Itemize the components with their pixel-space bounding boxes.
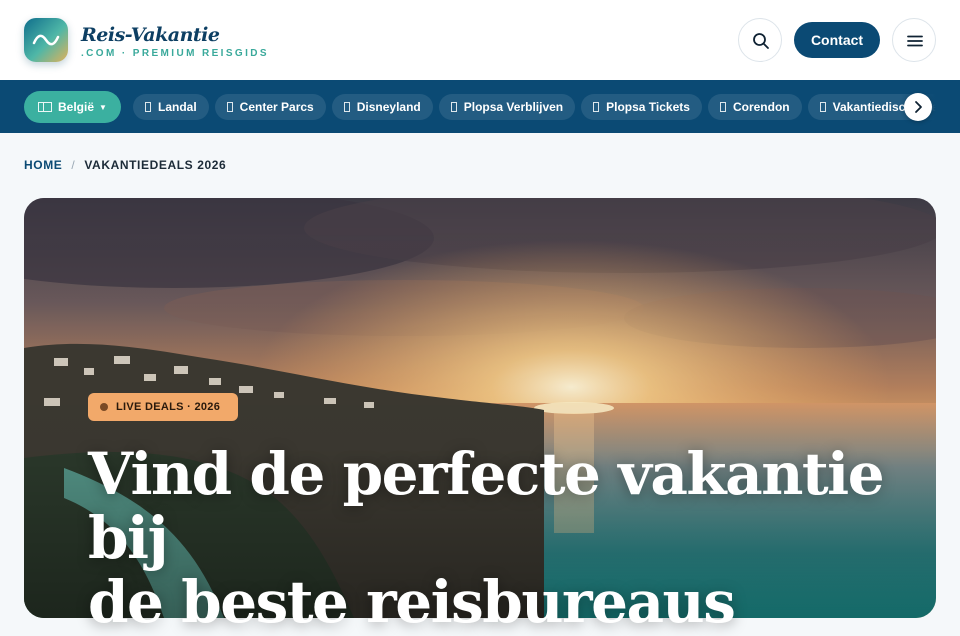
menu-button[interactable] (892, 18, 936, 62)
chevron-right-icon (915, 101, 922, 113)
breadcrumb-current: VAKANTIEDEALS 2026 (84, 158, 227, 172)
flag-icon (38, 102, 52, 112)
live-deals-badge: LIVE DEALS · 2026 (88, 393, 238, 421)
tag-icon (226, 102, 233, 112)
nav-item-label: Plopsa Verblijven (463, 100, 564, 114)
nav-pills: Landal Center Parcs Disneyland Plopsa Ve… (133, 94, 955, 120)
search-icon (753, 33, 769, 49)
nav-item-plopsa-verblijven[interactable]: Plopsa Verblijven (438, 94, 576, 120)
logo-tagline: .COM · PREMIUM REISGIDS (81, 48, 269, 59)
country-selector[interactable]: België ▼ (24, 91, 121, 123)
country-label: België (58, 100, 95, 114)
nav-item-label: Center Parcs (239, 100, 314, 114)
nav-item-label: Corendon (732, 100, 790, 114)
logo-name[interactable]: Reis-Vakantie (81, 24, 220, 46)
nav-item-landal[interactable]: Landal (133, 94, 209, 120)
contact-button[interactable]: Contact (794, 22, 880, 58)
nav-item-label: Plopsa Tickets (606, 100, 690, 114)
search-button[interactable] (738, 18, 782, 62)
tag-icon (593, 102, 600, 112)
logo-icon[interactable] (24, 18, 68, 62)
category-nav: België ▼ Landal Center Parcs Disneyland P… (0, 80, 960, 133)
nav-item-plopsa-tickets[interactable]: Plopsa Tickets (581, 94, 702, 120)
hero-title-line-2: de beste reisbureaus (88, 568, 736, 636)
nav-item-corendon[interactable]: Corendon (707, 94, 802, 120)
nav-item-center-parcs[interactable]: Center Parcs (214, 94, 326, 120)
tag-icon (145, 102, 151, 112)
tag-icon (819, 102, 826, 112)
menu-icon (907, 35, 923, 47)
nav-scroll-next-button[interactable] (904, 93, 932, 121)
live-dot-icon (100, 403, 108, 411)
site-header: Reis-Vakantie .COM · PREMIUM REISGIDS Co… (0, 0, 960, 80)
nav-item-label: Disneyland (356, 100, 421, 114)
hero-title: Vind de perfecte vakantie bij de beste r… (88, 442, 888, 634)
nav-item-disneyland[interactable]: Disneyland (331, 94, 433, 120)
tag-icon (343, 102, 350, 112)
hero-title-line-1: Vind de perfecte vakantie bij (88, 440, 885, 572)
badge-label: LIVE DEALS · 2026 (116, 401, 221, 413)
breadcrumb: HOME / VAKANTIEDEALS 2026 (24, 158, 226, 172)
caret-down-icon: ▼ (99, 103, 107, 112)
nav-item-label: Landal (158, 100, 197, 114)
breadcrumb-home-link[interactable]: HOME (24, 158, 62, 172)
tag-icon (450, 102, 457, 112)
tag-icon (719, 102, 726, 112)
breadcrumb-separator: / (71, 158, 76, 172)
